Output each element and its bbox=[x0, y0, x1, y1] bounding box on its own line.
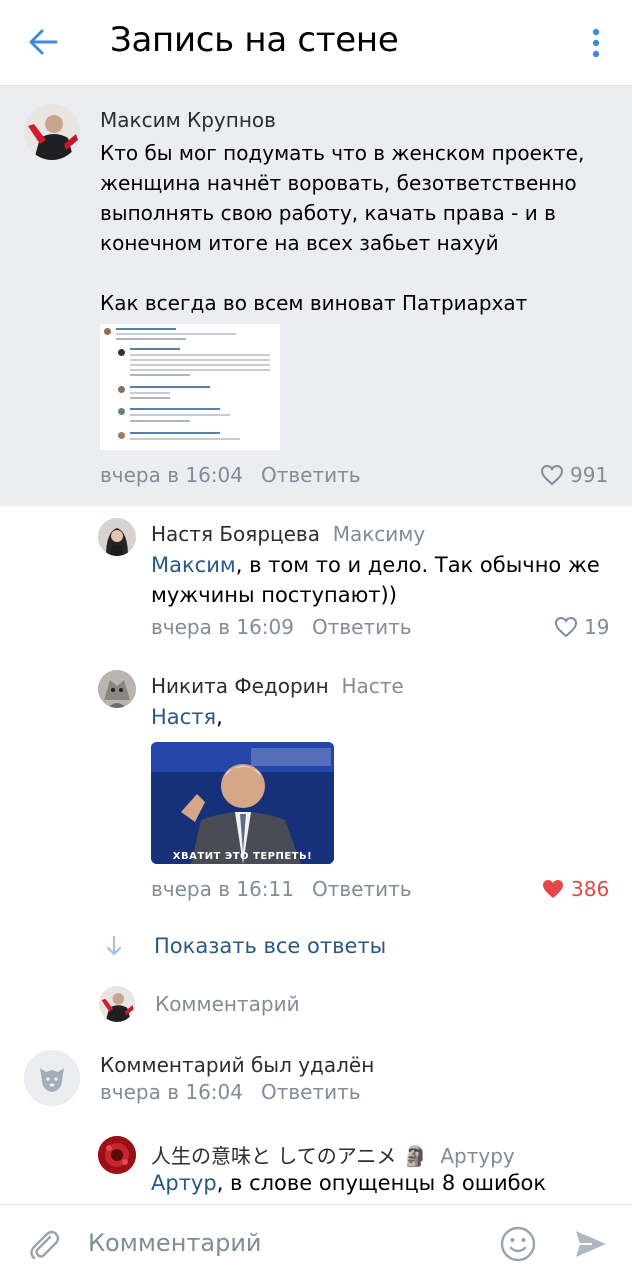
highlighted-comment: Максим Крупнов Кто бы мог подумать что в… bbox=[0, 86, 632, 506]
comment-meta: вчера в 16:04 Ответить bbox=[100, 1080, 361, 1104]
mention-link[interactable]: Артур bbox=[151, 1171, 217, 1195]
reply-button[interactable]: Ответить bbox=[312, 615, 412, 639]
comment-composer: Комментарий bbox=[0, 1204, 632, 1280]
text-line: Кто бы мог подумать что в женском проект… bbox=[100, 141, 585, 165]
text-line: Как всегда во всем виноват Патриархат bbox=[100, 291, 528, 315]
top-bar: Запись на стене bbox=[0, 0, 632, 86]
deleted-comment-text: Комментарий был удалён bbox=[100, 1053, 375, 1077]
comment-meta: вчера в 16:11 Ответить bbox=[151, 877, 412, 901]
back-arrow-icon[interactable] bbox=[24, 22, 64, 62]
timestamp: вчера в 16:11 bbox=[151, 877, 294, 901]
avatar[interactable] bbox=[98, 670, 136, 708]
like-count: 386 bbox=[571, 877, 610, 901]
like-button[interactable]: 386 bbox=[541, 877, 609, 901]
text-line: выполнять свою работу, качать права - и … bbox=[100, 201, 556, 225]
comment-input[interactable]: Комментарий bbox=[88, 1229, 262, 1257]
comment-author[interactable]: Никита Федорин bbox=[151, 674, 329, 698]
text-line: , в том то и дело. Так обычно же bbox=[235, 553, 600, 577]
comment-author-line: Настя Боярцева Максиму bbox=[151, 522, 425, 546]
avatar[interactable] bbox=[24, 104, 80, 160]
heart-outline-icon bbox=[554, 616, 578, 638]
like-button[interactable]: 991 bbox=[540, 463, 608, 487]
mention-link[interactable]: Максим bbox=[151, 553, 236, 577]
heart-filled-icon bbox=[543, 880, 563, 898]
reply-to[interactable]: Артуру bbox=[440, 1144, 514, 1168]
comment-author[interactable]: Максим Крупнов bbox=[100, 108, 276, 132]
comment-text: Настя, bbox=[151, 702, 223, 732]
comment-text: Максим, в том то и дело. Так обычно же м… bbox=[151, 550, 611, 610]
reply-to[interactable]: Насте bbox=[341, 674, 403, 698]
show-all-replies-button[interactable]: Показать все ответы bbox=[100, 932, 386, 960]
mention-link[interactable]: Настя bbox=[151, 705, 216, 729]
page-title: Запись на стене bbox=[110, 20, 399, 60]
deactivated-dog-icon bbox=[24, 1050, 80, 1106]
deleted-user-avatar bbox=[24, 1050, 80, 1106]
comment-meta: вчера в 16:04 Ответить bbox=[100, 463, 361, 487]
comment-author-line: 人生の意味と してのアニメ 🗿 Артуру bbox=[151, 1140, 515, 1169]
comment-text: Артур, в слове опущенцы 8 ошибок bbox=[151, 1168, 546, 1198]
reply-button[interactable]: Ответить bbox=[261, 1080, 361, 1104]
gif-attachment[interactable]: ХВАТИТ ЭТО ТЕРПЕТЬ! bbox=[151, 742, 334, 864]
timestamp: вчера в 16:04 bbox=[100, 1080, 243, 1104]
reply-input[interactable]: Комментарий bbox=[155, 992, 300, 1016]
reply-to[interactable]: Максиму bbox=[333, 522, 426, 546]
arrow-down-icon bbox=[106, 935, 122, 956]
like-count: 991 bbox=[570, 463, 609, 487]
comment-text: Кто бы мог подумать что в женском проект… bbox=[100, 138, 600, 318]
comment-author[interactable]: Настя Боярцева bbox=[151, 522, 320, 546]
timestamp: вчера в 16:09 bbox=[151, 615, 294, 639]
reply-button[interactable]: Ответить bbox=[312, 877, 412, 901]
heart-outline-icon bbox=[540, 464, 564, 486]
comment-author[interactable]: 人生の意味と してのアニメ 🗿 bbox=[151, 1144, 428, 1168]
more-vertical-icon[interactable] bbox=[584, 26, 608, 60]
attach-paperclip-icon[interactable] bbox=[26, 1227, 62, 1267]
like-count: 19 bbox=[584, 615, 610, 639]
comment-meta: вчера в 16:09 Ответить bbox=[151, 615, 412, 639]
text-line: , в слове опущенцы 8 ошибок bbox=[216, 1171, 547, 1195]
avatar[interactable] bbox=[98, 1136, 136, 1174]
avatar[interactable] bbox=[98, 518, 136, 556]
attached-screenshot-thumbnail[interactable] bbox=[100, 324, 280, 450]
gif-caption: ХВАТИТ ЭТО ТЕРПЕТЬ! bbox=[172, 851, 313, 862]
reply-button[interactable]: Ответить bbox=[261, 463, 361, 487]
emoji-smile-icon[interactable] bbox=[499, 1225, 537, 1267]
timestamp: вчера в 16:04 bbox=[100, 463, 243, 487]
text-line: женщина начнёт воровать, безответственно bbox=[100, 171, 577, 195]
like-button[interactable]: 19 bbox=[554, 615, 609, 639]
show-all-label: Показать все ответы bbox=[154, 934, 387, 958]
text-line: конечном итоге на всех забьет нахуй bbox=[100, 231, 499, 255]
send-icon[interactable] bbox=[572, 1225, 610, 1267]
text-line: мужчины поступают)) bbox=[151, 583, 397, 607]
avatar bbox=[99, 986, 135, 1022]
text-line: , bbox=[216, 705, 223, 729]
comment-author-line: Никита Федорин Насте bbox=[151, 674, 404, 698]
